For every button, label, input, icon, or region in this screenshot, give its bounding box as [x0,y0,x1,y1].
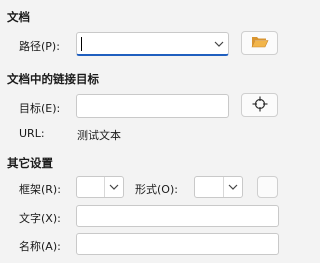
text-input[interactable] [76,205,279,227]
path-label: 路径(P): [19,40,60,53]
chevron-down-icon[interactable] [104,177,123,197]
target-label: 目标(E): [19,102,61,115]
chevron-down-icon[interactable] [223,177,242,197]
form-combobox[interactable] [194,176,243,198]
name-input[interactable] [76,233,279,255]
section-title-other-settings: 其它设置 [7,156,53,170]
hyperlink-document-dialog: 文档 路径(P): 文档中的链接目标 目标(E): URL: 测试文本 其它设置… [0,0,288,263]
frame-label: 框架(R): [19,183,61,196]
target-picker-button[interactable] [241,93,278,117]
folder-open-icon [251,35,269,51]
path-combobox[interactable] [76,32,229,56]
open-file-button[interactable] [241,31,278,55]
crosshair-target-icon [252,96,268,115]
url-label: URL: [19,127,45,140]
frame-combobox[interactable] [76,176,124,198]
section-title-document: 文档 [7,10,30,24]
chevron-down-icon[interactable] [210,33,228,54]
name-label: 名称(A): [19,240,61,253]
url-value: 测试文本 [77,129,121,142]
target-input[interactable] [76,94,229,118]
events-button[interactable] [257,176,278,198]
section-title-link-target: 文档中的链接目标 [7,72,99,86]
text-cursor [81,37,82,51]
form-label: 形式(O): [135,183,178,196]
text-label: 文字(X): [19,212,61,225]
